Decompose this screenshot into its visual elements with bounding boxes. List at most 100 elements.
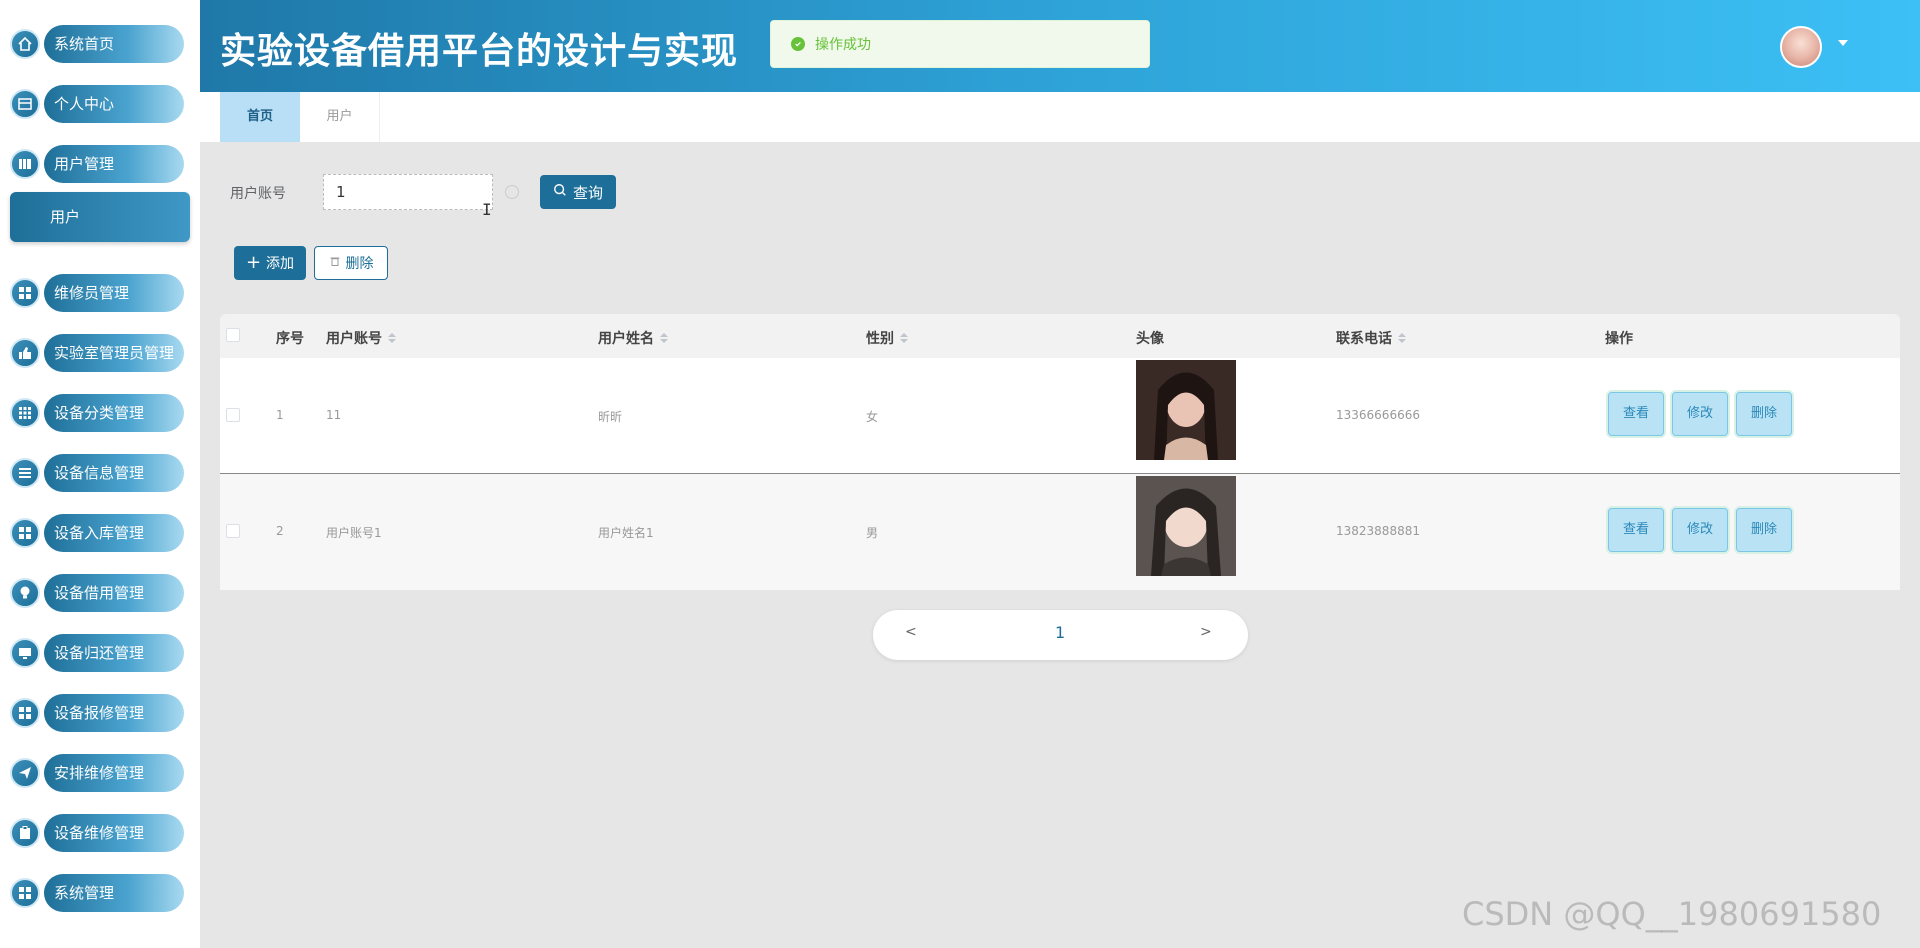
row-delete-button[interactable]: 删除: [1736, 392, 1792, 436]
menu-item-lab-admin-management[interactable]: 实验室管理员管理: [10, 334, 185, 372]
menu-label: 用户管理: [44, 145, 184, 183]
menu-item-home[interactable]: 系统首页: [10, 25, 185, 63]
clipboard-icon: [10, 818, 40, 848]
menu-item-category-management[interactable]: 设备分类管理: [10, 394, 185, 432]
table-header: 序号 用户账号 用户姓名 性别 头像 联系电话 操作: [220, 314, 1900, 358]
chevron-down-icon[interactable]: [1838, 40, 1848, 46]
menu-item-return-management[interactable]: 设备归还管理: [10, 634, 185, 672]
tab-bar: 首页 用户: [200, 92, 1920, 142]
success-toast: 操作成功: [770, 20, 1150, 68]
prev-page-button[interactable]: <: [905, 624, 917, 640]
column-header-account[interactable]: 用户账号: [326, 328, 396, 348]
sort-icon[interactable]: [660, 333, 668, 343]
clear-icon[interactable]: [505, 185, 519, 199]
menu-label: 实验室管理员管理: [44, 334, 184, 372]
row-checkbox[interactable]: [226, 408, 240, 422]
next-page-button[interactable]: >: [1200, 624, 1212, 640]
search-button[interactable]: 查询: [540, 175, 616, 209]
cell-account: 用户账号1: [326, 526, 382, 540]
menu-label: 设备信息管理: [44, 454, 184, 492]
delete-button-label: 删除: [345, 256, 374, 272]
grid-icon: [10, 878, 40, 908]
grid-icon: [10, 398, 40, 428]
bulb-icon: [10, 578, 40, 608]
tab-user[interactable]: 用户: [300, 92, 380, 142]
row-delete-button[interactable]: 删除: [1736, 508, 1792, 552]
menu-item-personal-center[interactable]: 个人中心: [10, 85, 185, 123]
menu-label: 设备分类管理: [44, 394, 184, 432]
menu-label: 系统管理: [44, 874, 184, 912]
sidebar: 系统首页 个人中心 用户管理 用户 维修员管理 实验室管理员管理 设备分类管理 …: [0, 0, 200, 948]
trash-icon: [329, 255, 341, 271]
table-row: 2 用户账号1 用户姓名1 男 13823888881 查看 修改 删除: [220, 474, 1900, 590]
check-circle-icon: [791, 37, 805, 51]
menu-item-repairer-management[interactable]: 维修员管理: [10, 274, 185, 312]
menu-label: 设备维修管理: [44, 814, 184, 852]
menu-label: 设备入库管理: [44, 514, 184, 552]
grid-icon: [10, 518, 40, 548]
menu-item-equipment-repair-management[interactable]: 设备维修管理: [10, 814, 185, 852]
page-title: 实验设备借用平台的设计与实现: [220, 31, 739, 72]
tab-home[interactable]: 首页: [220, 92, 300, 142]
table-row: 1 11 昕昕 女 13366666666 查看 修改 删除: [220, 358, 1900, 474]
toast-message: 操作成功: [815, 37, 871, 53]
search-input[interactable]: [323, 174, 493, 210]
cell-name: 用户姓名1: [598, 526, 654, 540]
edit-button[interactable]: 修改: [1672, 392, 1728, 436]
card-icon: [10, 89, 40, 119]
menu-label: 系统首页: [44, 25, 184, 63]
menu-sub-item-user[interactable]: 用户: [10, 192, 190, 242]
menu-label: 安排维修管理: [44, 754, 184, 792]
pagination: < 1 >: [873, 610, 1248, 660]
watermark: CSDN @QQ__1980691580: [1462, 895, 1882, 933]
menu-label: 个人中心: [44, 85, 184, 123]
sort-icon[interactable]: [388, 333, 396, 343]
search-button-label: 查询: [572, 183, 603, 202]
page-number[interactable]: 1: [1055, 623, 1065, 642]
grid-icon: [10, 698, 40, 728]
search-icon: [553, 183, 567, 201]
menu-label: 设备借用管理: [44, 574, 184, 612]
select-all-checkbox[interactable]: [226, 328, 240, 342]
library-icon: [10, 149, 40, 179]
view-button[interactable]: 查看: [1608, 392, 1664, 436]
delete-button[interactable]: 删除: [314, 246, 388, 280]
column-header-gender[interactable]: 性别: [866, 328, 908, 348]
cell-phone: 13823888881: [1336, 524, 1420, 538]
avatar[interactable]: [1780, 26, 1822, 68]
menu-item-borrow-management[interactable]: 设备借用管理: [10, 574, 185, 612]
search-label: 用户账号: [230, 186, 286, 202]
column-header-name[interactable]: 用户姓名: [598, 328, 668, 348]
menu-item-stock-in-management[interactable]: 设备入库管理: [10, 514, 185, 552]
menu-label: 维修员管理: [44, 274, 184, 312]
header: 实验设备借用平台的设计与实现 操作成功: [200, 0, 1920, 92]
cell-gender: 男: [866, 526, 879, 540]
menu-item-user-management[interactable]: 用户管理: [10, 145, 185, 183]
menu-item-arrange-repair-management[interactable]: 安排维修管理: [10, 754, 185, 792]
cell-account: 11: [326, 408, 342, 422]
monitor-icon: [10, 638, 40, 668]
column-header-index: 序号: [276, 331, 304, 347]
sort-icon[interactable]: [1398, 333, 1406, 343]
view-button[interactable]: 查看: [1608, 508, 1664, 552]
add-button[interactable]: + 添加: [234, 246, 306, 280]
cell-gender: 女: [866, 410, 879, 424]
column-header-actions: 操作: [1605, 331, 1633, 347]
grid-icon: [10, 278, 40, 308]
avatar-photo: [1136, 360, 1236, 460]
menu-item-info-management[interactable]: 设备信息管理: [10, 454, 185, 492]
send-icon: [10, 758, 40, 788]
list-icon: [10, 458, 40, 488]
home-icon: [10, 29, 40, 59]
cell-index: 1: [276, 408, 284, 422]
thumb-icon: [10, 338, 40, 368]
sort-icon[interactable]: [900, 333, 908, 343]
column-header-phone[interactable]: 联系电话: [1336, 328, 1406, 348]
menu-item-system-management[interactable]: 系统管理: [10, 874, 185, 912]
row-checkbox[interactable]: [226, 524, 240, 538]
text-cursor-icon: I: [482, 200, 492, 219]
menu-item-repair-report-management[interactable]: 设备报修管理: [10, 694, 185, 732]
avatar-photo: [1136, 476, 1236, 576]
cell-phone: 13366666666: [1336, 408, 1420, 422]
edit-button[interactable]: 修改: [1672, 508, 1728, 552]
